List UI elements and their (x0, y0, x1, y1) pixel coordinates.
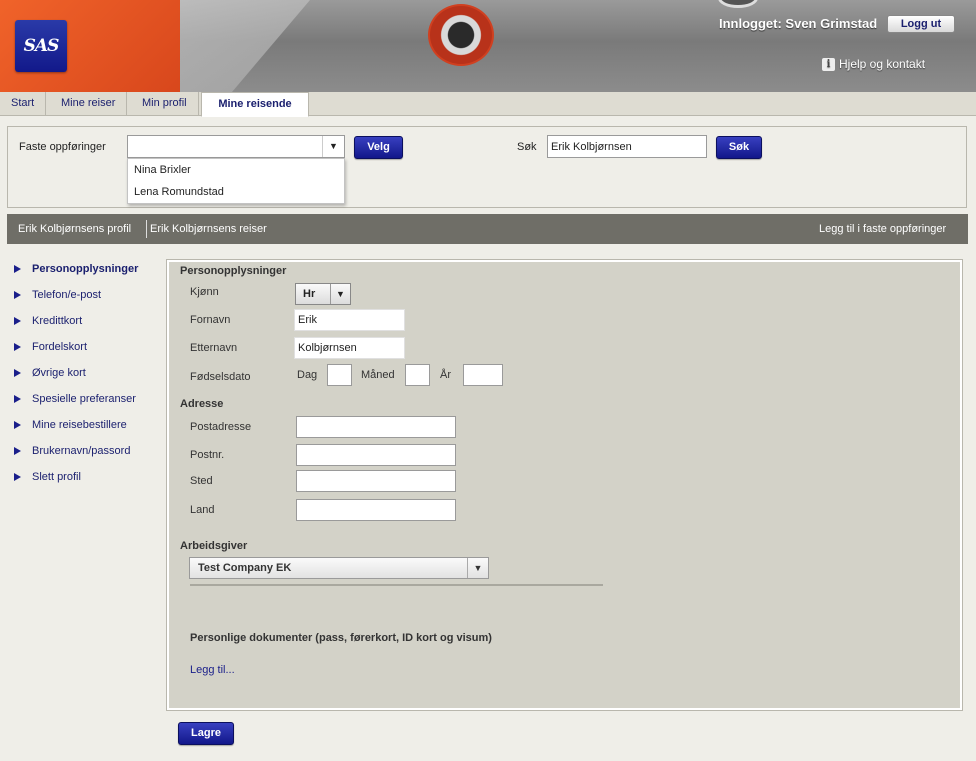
sidebar-item-ovrige-kort[interactable]: Øvrige kort (14, 367, 86, 379)
divider (190, 584, 603, 586)
tab-mine-reiser[interactable]: Mine reiser (50, 92, 128, 116)
personal-heading: Personopplysninger (180, 265, 287, 277)
arrow-right-icon (14, 343, 21, 351)
postcode-input[interactable] (296, 444, 456, 466)
day-label: Dag (297, 369, 318, 381)
firstname-label: Fornavn (190, 314, 231, 326)
tab-bar: Start Mine reiser Min profil Mine reisen… (0, 92, 976, 117)
month-input[interactable] (405, 364, 430, 386)
chevron-down-icon: ▼ (467, 558, 488, 578)
divider (146, 220, 147, 238)
day-input[interactable] (327, 364, 352, 386)
sidebar-item-mine-reisebestillere[interactable]: Mine reisebestillere (14, 419, 127, 431)
favorites-dropdown: Nina Brixler Lena Romundstad (127, 158, 345, 204)
sidebar-item-slett-profil[interactable]: Slett profil (14, 471, 81, 483)
choose-button[interactable]: Velg (354, 136, 403, 159)
postal-address-label: Postadresse (190, 421, 252, 433)
firstname-input[interactable] (294, 309, 405, 331)
chevron-down-icon: ▼ (330, 284, 350, 304)
country-label: Land (190, 504, 215, 516)
lastname-label: Etternavn (190, 342, 238, 354)
sidebar-item-personopplysninger[interactable]: Personopplysninger (14, 263, 138, 275)
favorites-label: Faste oppføringer (19, 141, 106, 153)
search-button[interactable]: Søk (716, 136, 762, 159)
arrow-right-icon (14, 447, 21, 455)
arrow-right-icon (14, 291, 21, 299)
sidebar-item-label: Fordelskort (32, 341, 88, 353)
arrow-right-icon (14, 265, 21, 273)
arrow-right-icon (14, 421, 21, 429)
search-input[interactable] (547, 135, 707, 158)
arrow-right-icon (14, 369, 21, 377)
sidebar-item-kredittkort[interactable]: Kredittkort (14, 315, 82, 327)
country-input[interactable] (296, 499, 456, 521)
gender-select[interactable]: Hr ▼ (295, 283, 351, 305)
documents-heading: Personlige dokumenter (pass, førerkort, … (190, 632, 492, 644)
chevron-down-icon[interactable]: ▼ (322, 136, 344, 157)
tab-mine-reisende[interactable]: Mine reisende (201, 92, 309, 117)
add-document-link[interactable]: Legg til... (190, 664, 235, 676)
tab-start[interactable]: Start (0, 92, 47, 116)
profile-bar: Erik Kolbjørnsens profil Erik Kolbjørnse… (7, 214, 968, 244)
year-label: År (440, 369, 451, 381)
city-label: Sted (190, 475, 213, 487)
header: SAS Innlogget: Sven Grimstad Logg ut i H… (0, 0, 976, 92)
lastname-input[interactable] (294, 337, 405, 359)
logout-button[interactable]: Logg ut (887, 15, 955, 33)
arrow-right-icon (14, 317, 21, 325)
sidebar-item-label: Personopplysninger (32, 263, 139, 275)
profile-link[interactable]: Erik Kolbjørnsens profil (18, 214, 131, 244)
favorites-combobox[interactable]: ▼ (127, 135, 345, 158)
city-input[interactable] (296, 470, 456, 492)
sidebar-item-brukernavn-passord[interactable]: Brukernavn/passord (14, 445, 130, 457)
add-to-favorites-link[interactable]: Legg til i faste oppføringer (819, 214, 946, 244)
help-contact-label: Hjelp og kontakt (839, 57, 926, 71)
sas-logo[interactable]: SAS (15, 20, 67, 72)
employer-select[interactable]: Test Company EK ▼ (189, 557, 489, 579)
favorites-option[interactable]: Nina Brixler (128, 159, 344, 181)
sidebar-item-fordelskort[interactable]: Fordelskort (14, 341, 87, 353)
help-contact-link[interactable]: i Hjelp og kontakt (822, 57, 925, 71)
hero-image (180, 0, 976, 92)
sidebar-item-label: Brukernavn/passord (32, 445, 131, 457)
sidebar-item-label: Kredittkort (32, 315, 83, 327)
save-button[interactable]: Lagre (178, 722, 234, 745)
employer-value: Test Company EK (198, 562, 292, 574)
address-heading: Adresse (180, 398, 224, 410)
sidebar-item-label: Spesielle preferanser (32, 393, 136, 405)
month-label: Måned (361, 369, 395, 381)
favorites-option[interactable]: Lena Romundstad (128, 181, 344, 203)
search-label: Søk (517, 141, 537, 153)
employer-heading: Arbeidsgiver (180, 540, 248, 552)
birthdate-label: Fødselsdato (190, 371, 251, 383)
postcode-label: Postnr. (190, 449, 225, 461)
info-icon: i (822, 57, 835, 71)
year-input[interactable] (463, 364, 503, 386)
logged-in-user: Innlogget: Sven Grimstad (719, 16, 878, 31)
trips-link[interactable]: Erik Kolbjørnsens reiser (150, 214, 267, 244)
sidebar-item-label: Telefon/e-post (32, 289, 102, 301)
tab-min-profil[interactable]: Min profil (131, 92, 199, 116)
sidebar-item-telefon-epost[interactable]: Telefon/e-post (14, 289, 101, 301)
arrow-right-icon (14, 395, 21, 403)
gender-label: Kjønn (190, 286, 219, 298)
sidebar-item-label: Øvrige kort (32, 367, 86, 379)
jet-engine-graphic (428, 4, 494, 66)
postal-address-input[interactable] (296, 416, 456, 438)
sidebar-item-spesielle-preferanser[interactable]: Spesielle preferanser (14, 393, 136, 405)
sidebar-item-label: Mine reisebestillere (32, 419, 127, 431)
sidebar-item-label: Slett profil (32, 471, 81, 483)
arrow-right-icon (14, 473, 21, 481)
gender-value: Hr (303, 288, 316, 300)
